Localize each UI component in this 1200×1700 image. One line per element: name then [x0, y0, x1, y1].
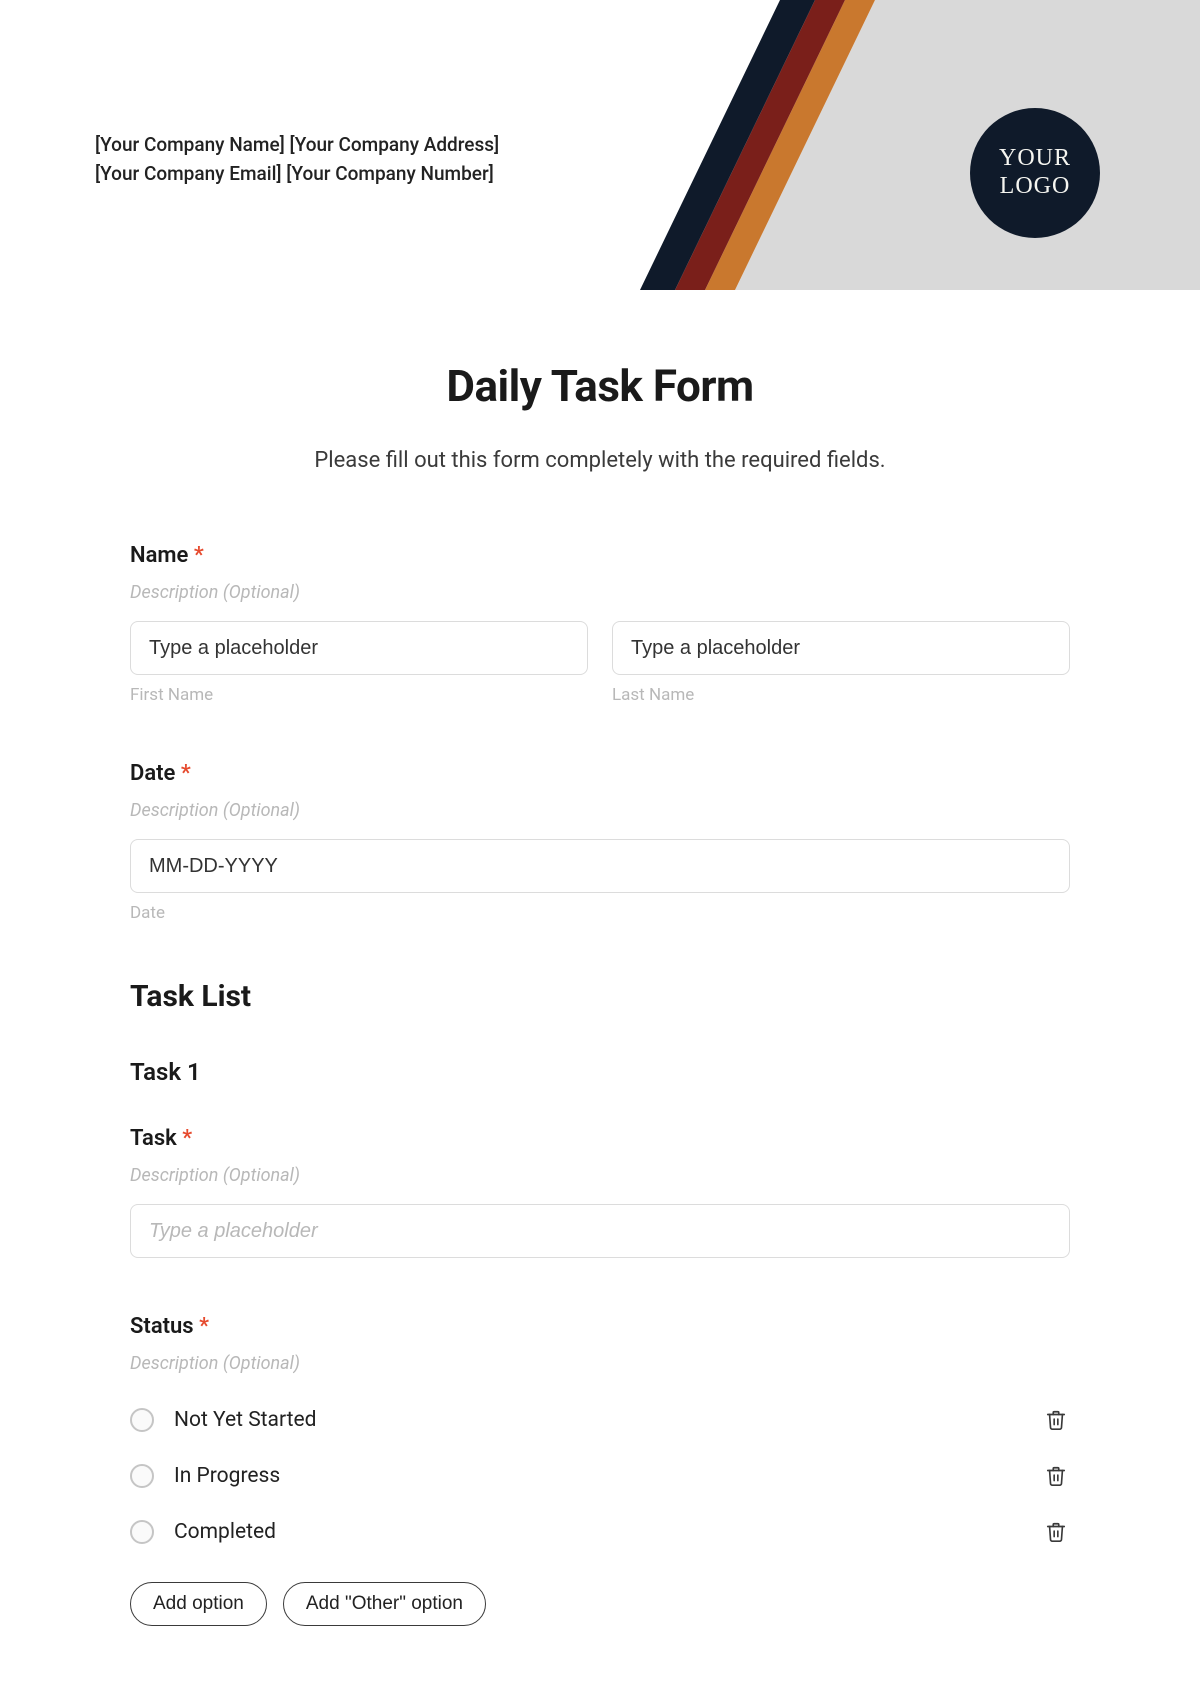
radio-icon[interactable]: [130, 1464, 154, 1488]
status-group: Status * Description (Optional) Not Yet …: [130, 1314, 1070, 1626]
add-option-button[interactable]: Add option: [130, 1582, 267, 1626]
task-description: Description (Optional): [130, 1165, 1070, 1186]
company-info: [Your Company Name] [Your Company Addres…: [95, 130, 499, 189]
header-decoration: [640, 0, 1200, 290]
task-1-heading: Task 1: [130, 1058, 1070, 1086]
status-option-label[interactable]: Not Yet Started: [174, 1408, 1042, 1432]
first-name-input[interactable]: [130, 621, 588, 675]
task-label: Task *: [130, 1126, 1070, 1151]
date-input[interactable]: [130, 839, 1070, 893]
name-description: Description (Optional): [130, 582, 1070, 603]
radio-icon[interactable]: [130, 1520, 154, 1544]
status-option-label[interactable]: In Progress: [174, 1464, 1042, 1488]
last-name-hint: Last Name: [612, 685, 1070, 705]
name-label: Name *: [130, 543, 1070, 568]
trash-icon[interactable]: [1042, 1462, 1070, 1490]
task-input[interactable]: [130, 1204, 1070, 1258]
first-name-hint: First Name: [130, 685, 588, 705]
last-name-input[interactable]: [612, 621, 1070, 675]
name-group: Name * Description (Optional) First Name…: [130, 543, 1070, 705]
logo-placeholder: YOUR LOGO: [970, 108, 1100, 238]
required-mark: *: [194, 543, 204, 568]
status-option-row: Completed: [130, 1504, 1070, 1560]
status-label: Status *: [130, 1314, 1070, 1339]
add-other-option-button[interactable]: Add "Other" option: [283, 1582, 486, 1626]
status-option-buttons: Add option Add "Other" option: [130, 1582, 1070, 1626]
status-option-label[interactable]: Completed: [174, 1520, 1042, 1544]
form-container: Daily Task Form Please fill out this for…: [130, 360, 1070, 1626]
status-description: Description (Optional): [130, 1353, 1070, 1374]
logo-text-line2: LOGO: [1000, 173, 1071, 201]
date-group: Date * Description (Optional) Date: [130, 761, 1070, 923]
date-description: Description (Optional): [130, 800, 1070, 821]
logo-text-line1: YOUR: [999, 145, 1071, 173]
trash-icon[interactable]: [1042, 1406, 1070, 1434]
required-mark: *: [182, 1126, 192, 1151]
required-mark: *: [181, 761, 191, 786]
task-group: Task * Description (Optional): [130, 1126, 1070, 1258]
status-option-row: Not Yet Started: [130, 1392, 1070, 1448]
required-mark: *: [199, 1314, 209, 1339]
radio-icon[interactable]: [130, 1408, 154, 1432]
date-label: Date *: [130, 761, 1070, 786]
date-hint: Date: [130, 903, 1070, 923]
trash-icon[interactable]: [1042, 1518, 1070, 1546]
form-subtitle: Please fill out this form completely wit…: [130, 448, 1070, 473]
form-title: Daily Task Form: [130, 360, 1070, 412]
company-line-1: [Your Company Name] [Your Company Addres…: [95, 130, 499, 159]
task-list-heading: Task List: [130, 979, 1070, 1014]
status-option-row: In Progress: [130, 1448, 1070, 1504]
company-line-2: [Your Company Email] [Your Company Numbe…: [95, 159, 499, 188]
